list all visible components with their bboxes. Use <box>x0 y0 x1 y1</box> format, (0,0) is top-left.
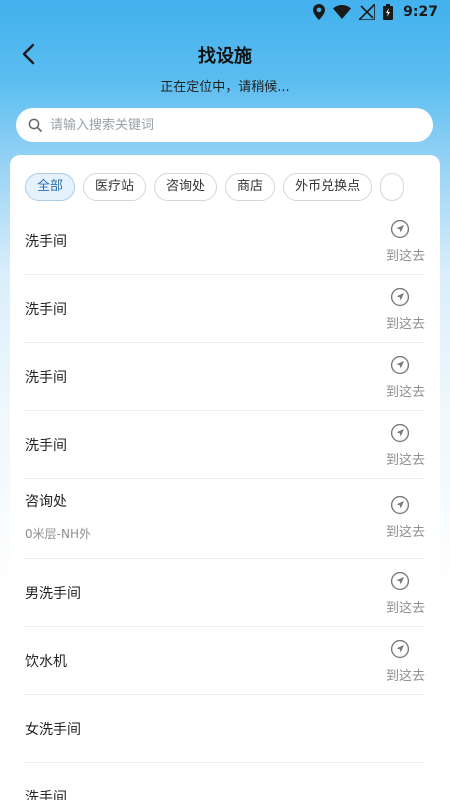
facility-name: 咨询处 <box>25 494 67 510</box>
navigate-arrow-icon <box>390 287 410 307</box>
go-here-button[interactable]: 到这去 <box>375 287 425 332</box>
facility-row[interactable]: 饮水机到这去 <box>25 627 425 695</box>
facility-row[interactable]: 洗手间到这去 <box>25 343 425 411</box>
navigate-arrow-icon <box>390 423 410 443</box>
search-input[interactable] <box>48 116 392 134</box>
facility-name: 饮水机 <box>25 654 67 670</box>
status-bar: 9:27 <box>0 0 450 24</box>
go-here-button[interactable]: 到这去 <box>375 639 425 684</box>
go-here-label: 到这去 <box>385 317 425 332</box>
navigate-arrow-icon <box>390 571 410 591</box>
facility-name: 男洗手间 <box>25 586 81 602</box>
facility-list: 洗手间 到这去 洗手间 到这去 洗手间 到这去 洗手间 到这去 咨询处 0米层-NH外 到这去 男洗手… <box>25 207 425 800</box>
go-here-button[interactable]: 到这去 <box>375 355 425 400</box>
facility-row[interactable]: 洗手间 <box>25 763 425 800</box>
location-status-text: 正在定位中，请稍候... <box>160 80 290 95</box>
search-bar[interactable] <box>16 108 433 142</box>
go-here-button[interactable]: 到这去 <box>375 219 425 264</box>
location-icon <box>313 4 326 20</box>
navigate-arrow-icon <box>390 219 410 239</box>
status-time: 9:27 <box>403 4 438 20</box>
facility-row[interactable]: 女洗手间 <box>25 695 425 763</box>
go-here-label: 到这去 <box>385 249 425 264</box>
go-here-button[interactable]: 到这去 <box>375 571 425 616</box>
category-chip[interactable]: 商店 <box>225 173 276 201</box>
facility-name: 洗手间 <box>25 302 67 318</box>
category-chip[interactable]: 外币兑换点 <box>283 173 373 201</box>
navigate-arrow-icon <box>390 355 410 375</box>
no-signal-icon <box>359 4 376 20</box>
facility-row[interactable]: 咨询处 0米层-NH外 到这去 <box>25 479 425 559</box>
go-here-label: 到这去 <box>385 669 425 684</box>
go-here-label: 到这去 <box>385 601 425 616</box>
go-here-button[interactable]: 到这去 <box>375 423 425 468</box>
category-chips: 全部 医疗站 咨询处 商店 外币兑换点 <box>25 173 440 201</box>
facility-location: 0米层-NH外 <box>25 527 91 541</box>
wifi-icon <box>333 5 352 19</box>
go-here-button[interactable]: 到这去 <box>375 495 425 540</box>
facility-name: 女洗手间 <box>25 722 81 738</box>
facility-panel: 全部 医疗站 咨询处 商店 外币兑换点 洗手间 到这去 洗手间 到这去 洗手间 到这去 洗手间 到这去… <box>10 155 440 800</box>
facility-row[interactable]: 洗手间到这去 <box>25 275 425 343</box>
facility-name: 洗手间 <box>25 234 67 250</box>
category-chip[interactable]: 全部 <box>25 173 76 201</box>
facility-row[interactable]: 洗手间到这去 <box>25 207 425 275</box>
page-title: 找设施 <box>198 46 252 67</box>
facility-row[interactable]: 男洗手间到这去 <box>25 559 425 627</box>
navigate-arrow-icon <box>390 495 410 515</box>
facility-name: 洗手间 <box>25 790 67 800</box>
search-icon <box>28 118 42 132</box>
go-here-label: 到这去 <box>385 453 425 468</box>
battery-charging-icon <box>383 4 394 20</box>
page-header: 找设施 正在定位中，请稍候... <box>0 34 450 98</box>
category-chip[interactable] <box>380 173 405 201</box>
facility-name: 洗手间 <box>25 370 67 386</box>
go-here-label: 到这去 <box>385 385 425 400</box>
facility-name: 洗手间 <box>25 438 67 454</box>
facility-row[interactable]: 洗手间到这去 <box>25 411 425 479</box>
go-here-label: 到这去 <box>385 525 425 540</box>
navigate-arrow-icon <box>390 639 410 659</box>
category-chip[interactable]: 咨询处 <box>154 173 218 201</box>
category-chip[interactable]: 医疗站 <box>83 173 147 201</box>
